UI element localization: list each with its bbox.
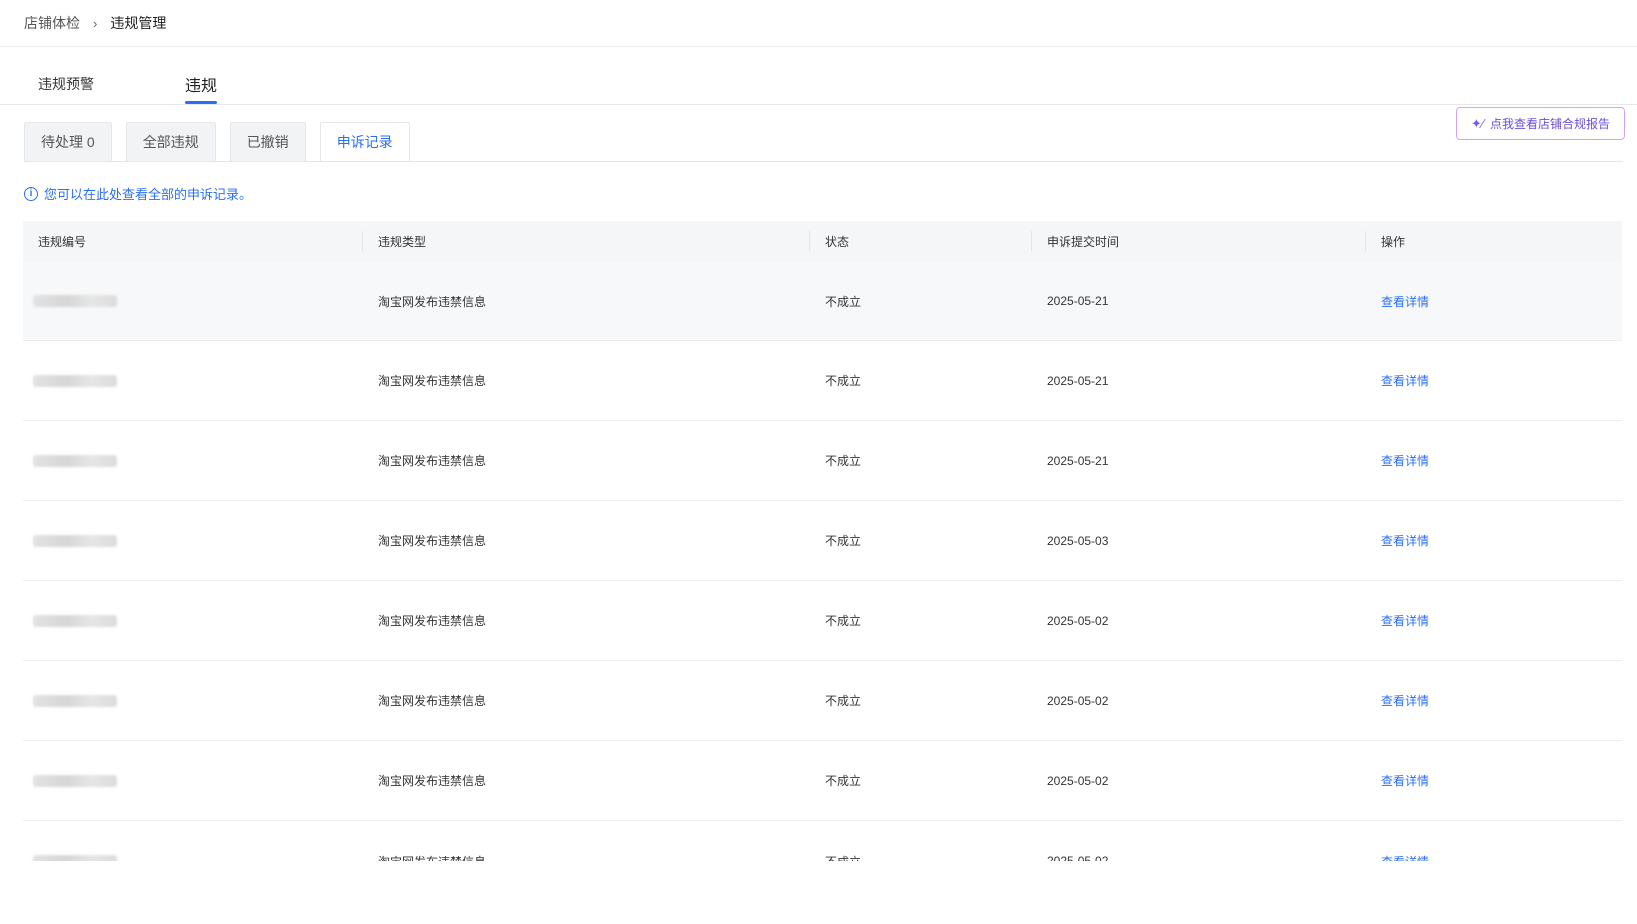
violation-type: 淘宝网发布违禁信息 [378,454,487,468]
violation-type: 淘宝网发布违禁信息 [378,774,487,788]
subtab-all-violations[interactable]: 全部违规 [125,122,216,162]
appeal-status: 不成立 [825,614,862,628]
breadcrumb-parent-link[interactable]: 店铺体检 [24,13,80,33]
table-header: 违规编号 违规类型 状态 申诉提交时间 操作 [23,221,1622,262]
notice-text: 您可以在此处查看全部的申诉记录。 [44,187,253,202]
appeal-status: 不成立 [825,374,862,388]
table-row: 淘宝网发布违禁信息 不成立 2025-05-21 查看详情 [23,262,1622,341]
submit-date: 2025-05-21 [1047,373,1109,388]
column-header-submit-time: 申诉提交时间 [1047,235,1120,249]
appeal-status: 不成立 [825,454,862,468]
column-header-violation-type: 违规类型 [378,235,427,249]
submit-date: 2025-05-03 [1047,533,1109,548]
view-details-link[interactable]: 查看详情 [1381,262,1429,340]
submit-date: 2025-05-02 [1047,854,1109,861]
submit-date: 2025-05-02 [1047,693,1109,708]
violation-id-redacted [33,501,117,580]
breadcrumb: 店铺体检 › 违规管理 [24,0,166,46]
column-separator [809,231,810,251]
sparkle-wand-icon: ✦⁄ [1470,115,1484,131]
appeal-records-table: 违规编号 违规类型 状态 申诉提交时间 操作 淘宝网发布违禁信息 不成立 202… [23,221,1622,861]
column-separator [1031,231,1032,251]
table-row: 淘宝网发布违禁信息 不成立 2025-05-02 查看详情 [23,661,1622,741]
table-row: 淘宝网发布违禁信息 不成立 2025-05-02 查看详情 [23,581,1622,661]
sub-tabs: 待处理 0 全部违规 已撤销 申诉记录 [24,122,410,162]
violation-type: 淘宝网发布违禁信息 [378,534,487,548]
compliance-report-label: 点我查看店铺合规报告 [1489,117,1610,131]
table-row: 淘宝网发布违禁信息 不成立 2025-05-02 查看详情 [23,821,1622,861]
column-header-actions: 操作 [1381,235,1406,249]
table-row: 淘宝网发布违禁信息 不成立 2025-05-02 查看详情 [23,741,1622,821]
view-details-link[interactable]: 查看详情 [1381,741,1429,820]
violation-id-redacted [33,661,117,740]
view-details-link[interactable]: 查看详情 [1381,501,1429,580]
view-details-link[interactable]: 查看详情 [1381,421,1429,500]
tabs-divider [0,104,1637,105]
table-row: 淘宝网发布违禁信息 不成立 2025-05-03 查看详情 [23,501,1622,581]
breadcrumb-current: 违规管理 [110,15,167,31]
appeal-status: 不成立 [825,821,861,862]
violation-id-redacted [33,341,117,420]
table-row: 淘宝网发布违禁信息 不成立 2025-05-21 查看详情 [23,341,1622,421]
violation-id-redacted [33,741,117,820]
view-details-link[interactable]: 查看详情 [1381,581,1429,660]
compliance-report-button[interactable]: ✦⁄ 点我查看店铺合规报告 [1455,107,1625,140]
subtab-pending[interactable]: 待处理 0 [24,122,112,162]
column-separator [362,231,363,251]
appeal-status: 不成立 [825,694,862,708]
info-icon: i [24,186,38,201]
view-details-link[interactable]: 查看详情 [1381,341,1429,420]
column-header-status: 状态 [825,235,850,249]
chevron-right-icon: › [93,15,98,31]
subtab-appeal-records[interactable]: 申诉记录 [319,122,410,162]
violation-type: 淘宝网发布违禁信息 [378,294,487,309]
subtabs-divider [24,161,1623,162]
submit-date: 2025-05-21 [1047,294,1109,308]
main-tabs: 违规预警 违规 [0,66,1637,104]
violation-id-redacted [33,421,117,500]
tab-violation-warning[interactable]: 违规预警 [38,66,94,104]
submit-date: 2025-05-02 [1047,613,1109,628]
subtab-revoked[interactable]: 已撤销 [229,122,306,162]
view-details-link[interactable]: 查看详情 [1381,821,1429,862]
violation-type: 淘宝网发布违禁信息 [378,821,486,862]
header-divider [0,46,1637,47]
table-row: 淘宝网发布违禁信息 不成立 2025-05-21 查看详情 [23,421,1622,501]
tab-violation[interactable]: 违规 [185,66,218,104]
submit-date: 2025-05-21 [1047,453,1109,468]
submit-date: 2025-05-02 [1047,773,1109,788]
notice-banner: i 您可以在此处查看全部的申诉记录。 [24,184,252,203]
appeal-status: 不成立 [825,774,862,788]
appeal-status: 不成立 [825,294,862,309]
appeal-status: 不成立 [825,534,862,548]
column-header-violation-id: 违规编号 [38,235,87,249]
violation-type: 淘宝网发布违禁信息 [378,614,487,628]
violation-type: 淘宝网发布违禁信息 [378,374,487,388]
column-separator [1365,231,1366,251]
violation-id-redacted [33,821,117,861]
violation-type: 淘宝网发布违禁信息 [378,694,487,708]
view-details-link[interactable]: 查看详情 [1381,661,1429,740]
violation-id-redacted [33,581,117,660]
violation-id-redacted [33,262,117,340]
